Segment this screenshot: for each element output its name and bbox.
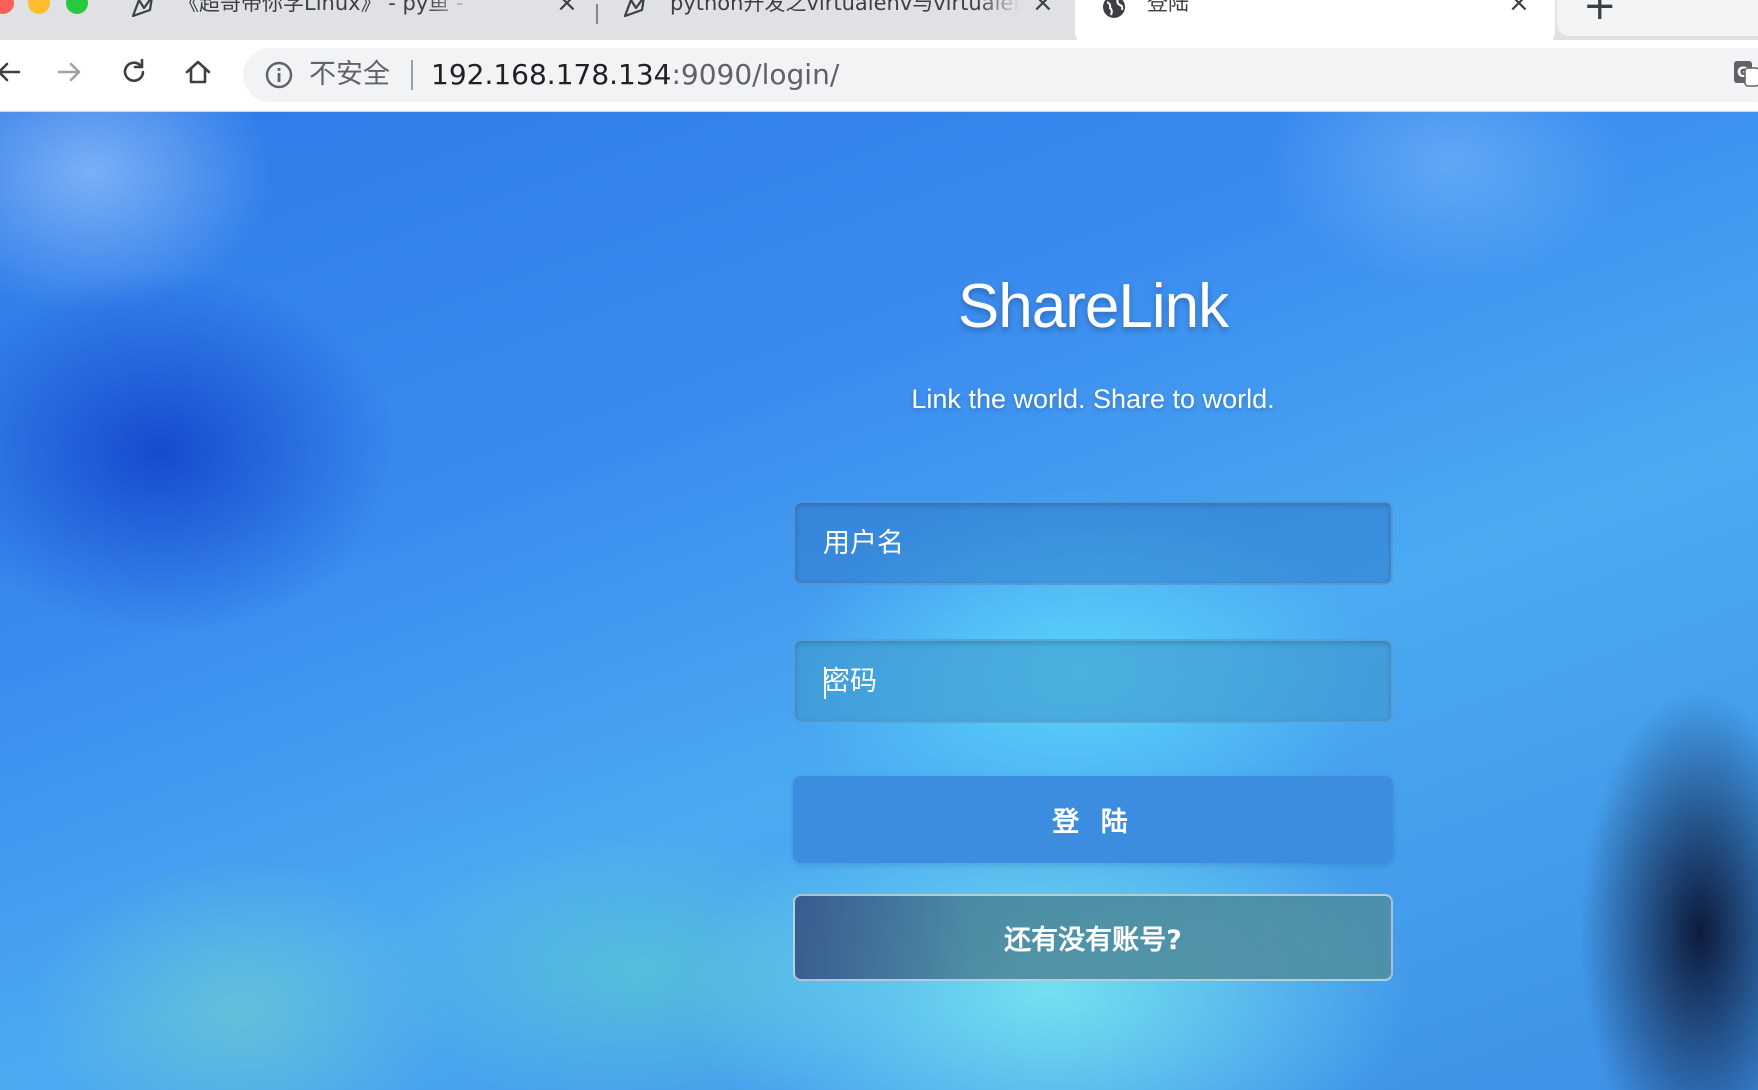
new-tab-button[interactable]: + — [1557, 0, 1758, 36]
pen-bird-icon — [131, 0, 153, 18]
tab-virtualenv[interactable]: python开发之virtualenv与virtualenvwrapper × — [600, 0, 1075, 40]
url-text[interactable]: 192.168.178.134:9090/login/ — [431, 58, 839, 92]
password-field[interactable] — [793, 639, 1393, 723]
tab-title: 《超哥带你学Linux》 - py鱼 - 博 — [178, 0, 472, 15]
reload-icon — [123, 58, 145, 82]
brand-title: ShareLink — [957, 272, 1229, 341]
login-page: ShareLink Link the world. Share to world… — [0, 112, 1758, 1090]
browser-toolbar: 不安全 192.168.178.134:9090/login/ G — [0, 40, 1758, 112]
globe-icon — [1103, 0, 1125, 18]
minimize-window-button[interactable] — [28, 0, 50, 14]
url-host: 192.168.178.134 — [431, 58, 672, 91]
home-icon — [185, 60, 211, 84]
tab-linux-blog[interactable]: 《超哥带你学Linux》 - py鱼 - 博 × — [130, 0, 590, 40]
register-button[interactable]: 还有没有账号? — [793, 894, 1393, 981]
info-icon[interactable] — [265, 61, 293, 89]
browser-window: 《超哥带你学Linux》 - py鱼 - 博 × python开发之virtua… — [0, 0, 1758, 1090]
close-tab-icon[interactable]: × — [1032, 0, 1054, 16]
maximize-window-button[interactable] — [66, 0, 88, 14]
username-input[interactable] — [795, 503, 1391, 583]
back-button[interactable] — [0, 52, 28, 92]
forward-button[interactable] — [50, 52, 90, 92]
address-separator — [411, 60, 413, 90]
username-field[interactable] — [793, 501, 1393, 585]
plus-icon: + — [1583, 0, 1617, 29]
security-status-label: 不安全 — [309, 59, 390, 90]
home-button[interactable] — [178, 52, 218, 92]
tab-title: 登陆 — [1147, 0, 1189, 15]
url-path: :9090/login/ — [671, 58, 840, 91]
reload-button[interactable] — [114, 52, 154, 92]
arrow-right-icon — [57, 62, 81, 82]
text-caret — [824, 667, 826, 699]
pen-bird-icon — [623, 0, 645, 18]
close-tab-icon[interactable]: × — [556, 0, 578, 16]
close-tab-icon[interactable]: × — [1508, 0, 1530, 16]
tab-title: python开发之virtualenv与virtualenvwrapper — [670, 0, 1020, 15]
address-bar[interactable]: 不安全 192.168.178.134:9090/login/ — [243, 48, 1758, 102]
tab-strip: 《超哥带你学Linux》 - py鱼 - 博 × python开发之virtua… — [0, 0, 1758, 46]
close-window-button[interactable] — [0, 0, 14, 14]
tab-separator — [596, 4, 598, 24]
brand-tagline: Link the world. Share to world. — [911, 384, 1275, 414]
login-button[interactable]: 登 陆 — [793, 776, 1393, 863]
password-input[interactable] — [795, 641, 1391, 721]
translate-icon[interactable]: G — [1733, 60, 1758, 88]
arrow-left-icon — [0, 62, 21, 82]
